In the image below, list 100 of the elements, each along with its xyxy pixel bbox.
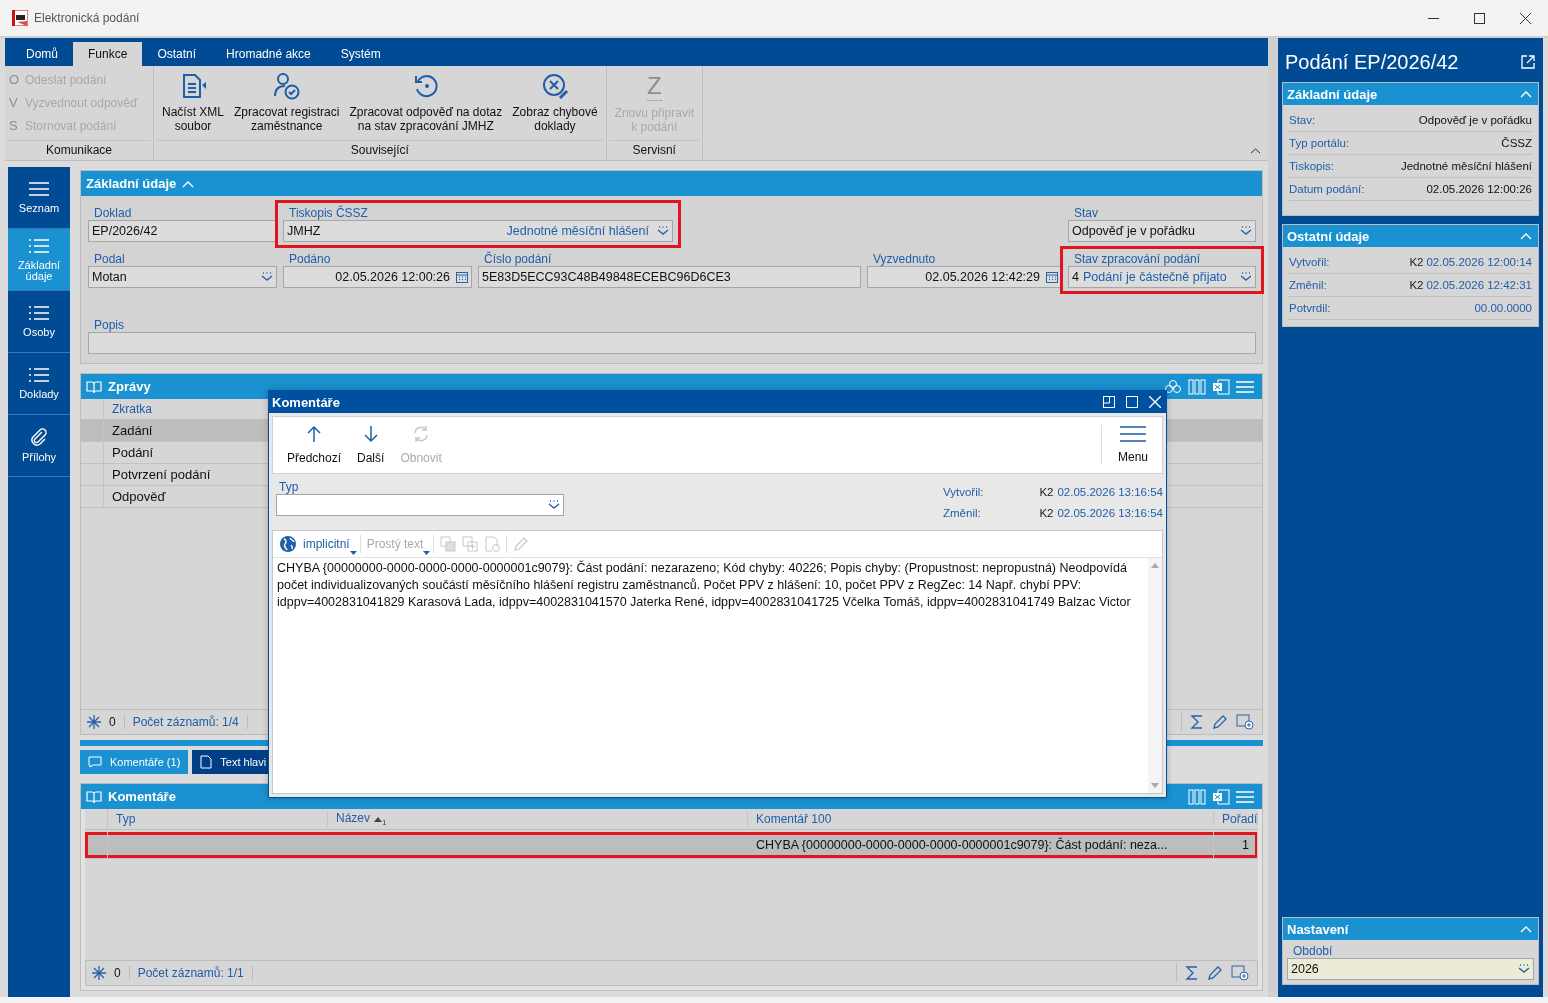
dropdown-icon[interactable] xyxy=(261,272,273,282)
input-field[interactable]: 02.05.2026 12:00:26 xyxy=(283,266,472,288)
input-field[interactable] xyxy=(276,494,564,516)
menu-icon[interactable] xyxy=(1236,789,1254,804)
field-value: 02.05.2026 12:42:29 xyxy=(925,270,1040,284)
dropdown-icon[interactable] xyxy=(1240,272,1252,282)
filter-asterisk-icon[interactable] xyxy=(87,715,101,729)
sort-order: 1 xyxy=(382,818,387,828)
ribbon-tab[interactable]: Systém xyxy=(325,42,396,66)
menu-icon xyxy=(29,181,49,197)
dropdown-icon[interactable] xyxy=(657,226,669,236)
chevron-icon[interactable] xyxy=(1520,90,1532,98)
ribbon-tab[interactable]: Domů xyxy=(11,42,73,66)
cubes-icon[interactable] xyxy=(1164,378,1182,395)
excel-icon[interactable] xyxy=(1212,378,1230,395)
chevron-icon[interactable] xyxy=(182,179,195,188)
field-description: Jednotné měsíční hlášení xyxy=(506,224,649,238)
input-field[interactable]: 5E83D5ECC93C48B49848ECEBC96D6CE3 xyxy=(478,266,861,288)
nav-item[interactable]: Osoby xyxy=(8,291,70,353)
input-field[interactable]: EP/2026/42 xyxy=(88,220,277,242)
language-dropdown[interactable]: implicitní xyxy=(303,537,354,551)
chevron-icon[interactable] xyxy=(1520,925,1532,933)
menu-icon[interactable] xyxy=(1236,379,1254,394)
input-field[interactable]: JMHZ Jednotné měsíční hlášení xyxy=(283,220,673,242)
table-cell-text: Potvrzení podání xyxy=(111,467,211,482)
column-header[interactable]: Název $_{1}$ xyxy=(328,810,748,828)
table-cell: CHYBA {00000000-0000-0000-0000-0000001c9079}: Část podání: neza... xyxy=(756,838,1168,852)
info-label: Vytvořil: xyxy=(1289,256,1330,268)
nav-item[interactable]: Základní údaje xyxy=(8,229,70,291)
dialog-title: Komentáře xyxy=(272,394,340,410)
ribbon-button[interactable]: Zobraz chybové doklady xyxy=(512,70,598,140)
calendar-icon[interactable] xyxy=(1046,271,1058,283)
field-value: JMHZ xyxy=(287,224,321,238)
field-value: 2026 xyxy=(1291,962,1319,976)
error-edit-icon xyxy=(540,72,569,100)
info-label: Potvrdil: xyxy=(1289,302,1331,314)
ribbon-tab[interactable]: Ostatní xyxy=(142,42,212,66)
calendar-icon[interactable] xyxy=(456,271,468,283)
column-header[interactable]: Pořadí xyxy=(1214,812,1258,826)
menu-button[interactable]: Menu xyxy=(1100,425,1162,465)
input-field[interactable]: 4 Podání je částečně přijato xyxy=(1068,266,1256,288)
column-header[interactable]: Typ xyxy=(108,812,328,826)
list-icon xyxy=(29,367,49,383)
ribbon-tab[interactable]: Hromadné akce xyxy=(211,42,326,66)
dropdown-icon[interactable] xyxy=(1240,226,1252,236)
excel-icon[interactable] xyxy=(1212,788,1230,805)
caret-icon xyxy=(349,551,357,555)
input-field[interactable]: 02.05.2026 12:42:29 xyxy=(867,266,1062,288)
ribbon-button[interactable]: Načíst XML soubor xyxy=(162,70,224,140)
column-header[interactable]: Zkratka xyxy=(104,402,152,416)
pencil-icon[interactable] xyxy=(1207,965,1223,981)
toolbar-button[interactable]: Předchozí xyxy=(279,417,350,473)
input-field[interactable]: Odpověď je v pořádku xyxy=(1068,220,1256,242)
input-field[interactable]: Motan xyxy=(88,266,277,288)
sum-icon[interactable] xyxy=(1190,715,1204,729)
pencil-icon[interactable] xyxy=(1212,714,1228,730)
ribbon-button[interactable]: Zpracovat odpověď na dotaz na stav zpracování JMHZ xyxy=(349,70,503,140)
list-icon xyxy=(29,237,49,254)
detail-tab[interactable]: Komentáře (1) xyxy=(80,750,189,774)
collapse-icon[interactable] xyxy=(1251,148,1260,154)
nav-item[interactable]: Doklady xyxy=(8,353,70,415)
external-link-icon[interactable] xyxy=(1521,55,1535,69)
info-label: Typ portálu: xyxy=(1289,137,1350,149)
filter-count: 0 xyxy=(114,966,130,980)
field-value: EP/2026/42 xyxy=(92,224,158,238)
field-value: 4 xyxy=(1072,270,1079,284)
section-title: Zprávy xyxy=(108,379,151,394)
ribbon-tab[interactable]: Funkce xyxy=(73,42,143,66)
user-code: K2 xyxy=(1039,485,1054,498)
field-label: Stav zpracování podání xyxy=(1073,252,1202,266)
toolbar-button[interactable]: Další xyxy=(349,417,393,473)
info-value: ČSSZ xyxy=(1501,137,1532,149)
ribbon-button[interactable]: Zpracovat registraci zaměstnance xyxy=(234,70,340,140)
info-value: 00.00.0000 xyxy=(1474,302,1532,314)
columns-icon[interactable] xyxy=(1188,378,1206,395)
nav-item[interactable]: Přílohy xyxy=(8,415,70,477)
maximize-icon xyxy=(1473,12,1485,24)
dropdown-icon[interactable] xyxy=(1518,964,1530,974)
add-record-icon[interactable] xyxy=(1231,965,1249,981)
comment-icon xyxy=(88,756,102,768)
table-row[interactable]: CHYBA {00000000-0000-0000-0000-0000001c9079}: Část podání: neza... 1 xyxy=(85,832,1258,859)
filter-asterisk-icon[interactable] xyxy=(92,966,106,980)
input-field[interactable]: 2026 xyxy=(1287,958,1534,980)
field-value: 02.05.2026 12:00:26 xyxy=(335,270,450,284)
sum-icon[interactable] xyxy=(1185,966,1199,980)
user-code: K2 xyxy=(1409,279,1424,291)
book-icon xyxy=(86,789,102,804)
column-header[interactable]: Komentář 100 xyxy=(748,812,1214,826)
meta-value: 02.05.2026 13:16:54 xyxy=(1057,506,1163,519)
input-field[interactable] xyxy=(88,332,1256,354)
field-label: Období xyxy=(1292,944,1334,958)
dropdown-icon[interactable] xyxy=(548,500,560,510)
chevron-icon[interactable] xyxy=(1520,232,1532,240)
field-label: Typ xyxy=(278,480,300,494)
record-count: Počet záznamů: 1/4 xyxy=(132,715,248,729)
comment-text[interactable]: CHYBA {00000000-0000-0000-0000-0000001c9079}: Část podání: nezarazeno; Kód chyby: 40226; Popis chyby: (Propustnost: nepropustná) Neodpovídá počet individualizovaných součástí měsíčního hlášení registru zaměstnanců. Počet PPV z hlášení: 10, počet PPV z RegZec: 14 Např. chybí PPV: idppv=4002831041829 Karasová Lada, idppv=4002831041570 Jaterka René, idppv=4002831041725 Včelka Tomáš, idppv=4002831041749 Balzac Victor xyxy=(273,558,1148,793)
field-label: Podal xyxy=(93,252,126,266)
field-label: Doklad xyxy=(93,206,133,220)
add-record-icon[interactable] xyxy=(1236,714,1254,730)
columns-icon[interactable] xyxy=(1188,788,1206,805)
